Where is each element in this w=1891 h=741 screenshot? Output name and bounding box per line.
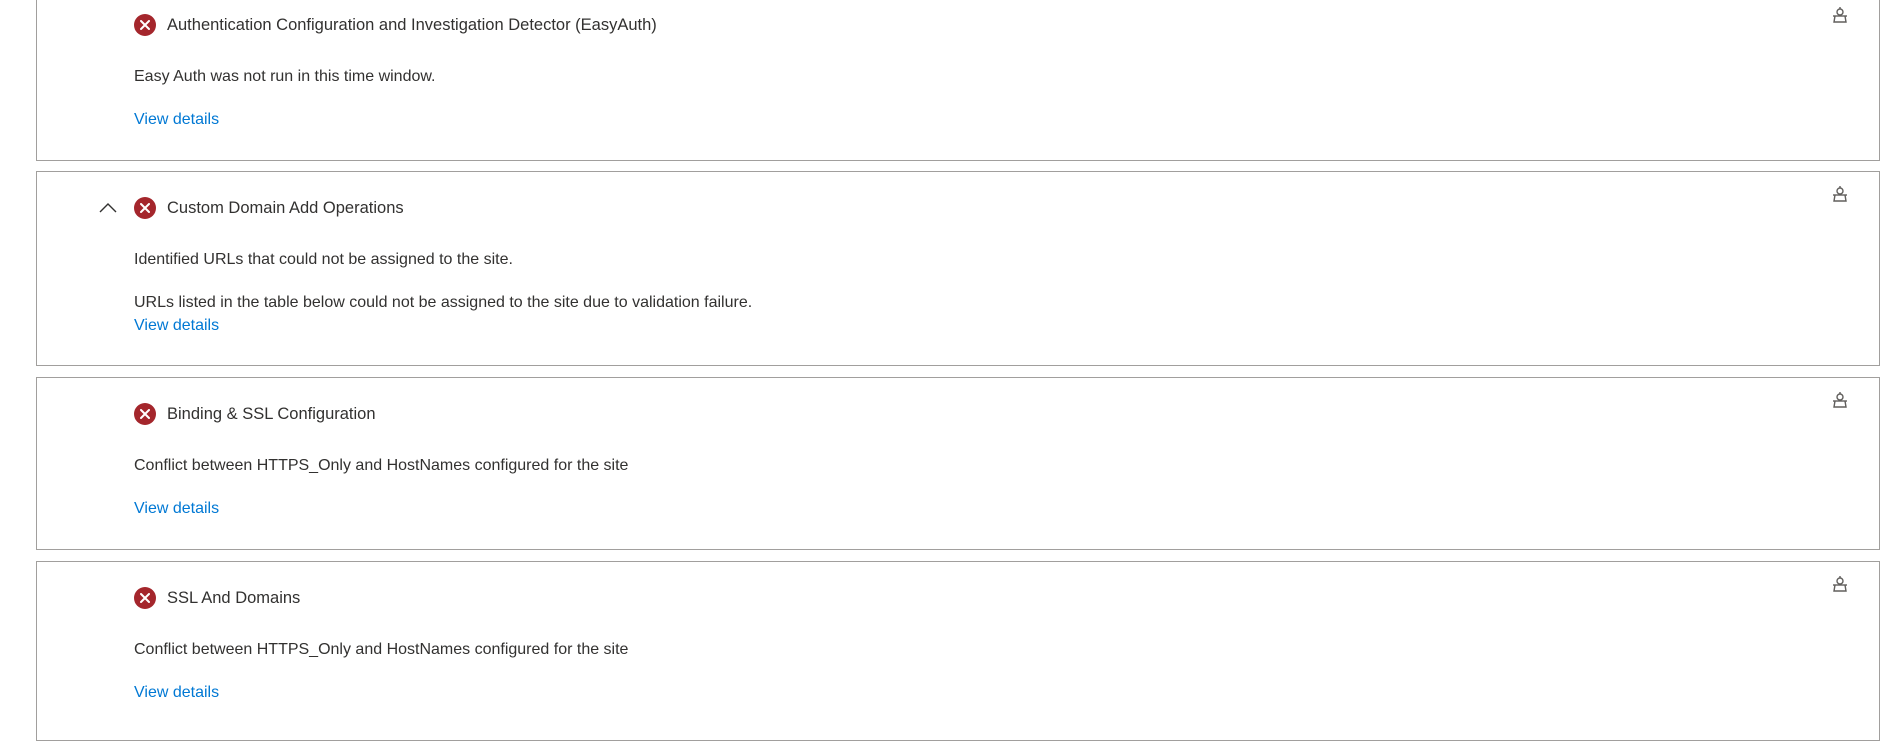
view-details-link[interactable]: View details [134, 111, 219, 129]
diagnostic-bot-icon[interactable] [1831, 185, 1849, 203]
card-description: Identified URLs that could not be assign… [134, 251, 513, 268]
card-title: Binding & SSL Configuration [167, 405, 376, 423]
error-circle-icon [134, 197, 156, 219]
detector-card-easyauth: Authentication Configuration and Investi… [36, 0, 1880, 161]
error-circle-icon [134, 14, 156, 36]
diagnostic-bot-icon[interactable] [1831, 575, 1849, 593]
card-title: Authentication Configuration and Investi… [167, 16, 657, 34]
card-description: Conflict between HTTPS_Only and HostName… [134, 641, 629, 658]
detector-card-custom-domain: Custom Domain Add Operations Identified … [36, 171, 1880, 366]
card-description: Conflict between HTTPS_Only and HostName… [134, 457, 629, 474]
chevron-up-icon[interactable] [97, 197, 119, 219]
card-description: URLs listed in the table below could not… [134, 294, 753, 311]
view-details-link[interactable]: View details [134, 500, 219, 518]
card-title: Custom Domain Add Operations [167, 199, 404, 217]
detector-card-binding-ssl: Binding & SSL Configuration Conflict bet… [36, 377, 1880, 550]
card-title: SSL And Domains [167, 589, 301, 607]
detector-card-ssl-domains: SSL And Domains Conflict between HTTPS_O… [36, 561, 1880, 741]
diagnostic-bot-icon[interactable] [1831, 6, 1849, 24]
card-description: Easy Auth was not run in this time windo… [134, 68, 436, 85]
view-details-link[interactable]: View details [134, 317, 219, 335]
diagnostic-bot-icon[interactable] [1831, 391, 1849, 409]
error-circle-icon [134, 587, 156, 609]
view-details-link[interactable]: View details [134, 684, 219, 702]
error-circle-icon [134, 403, 156, 425]
